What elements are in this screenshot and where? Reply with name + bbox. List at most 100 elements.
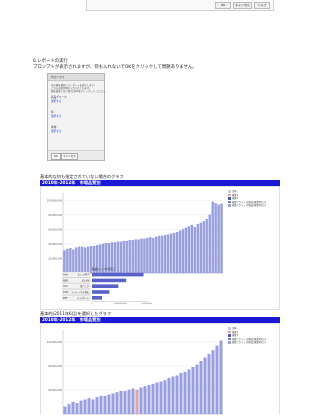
bar	[219, 340, 223, 415]
bar	[71, 401, 75, 415]
top10-category: ビン/ボトル	[77, 296, 89, 300]
bar	[214, 203, 217, 274]
bar	[91, 399, 95, 415]
bar	[178, 230, 182, 274]
top10-axis-label: 1,000,000,000	[113, 303, 127, 305]
prompt-dialog-footer: OK キャンセル	[48, 150, 104, 160]
bar	[75, 403, 79, 415]
top10-axis-label: 2,000,000,000	[141, 303, 152, 305]
bar	[195, 364, 199, 415]
bar	[187, 226, 191, 274]
top10-category: 缶/LAN	[82, 278, 90, 282]
bar	[203, 357, 207, 415]
bar	[217, 204, 220, 274]
top10-bar-chart: AAA ボトル/PET BBB 缶/LAN CCC 紙パック DDD コーヒー/その他缶EEE…	[62, 271, 152, 305]
bar	[175, 375, 179, 415]
top10-panel: 製品トップ10売上 AAA ボトル/PET BBB 缶/LAN CCC 紙パック DDD コー…	[62, 267, 152, 309]
bar	[99, 395, 103, 415]
bar	[139, 387, 143, 415]
chart-panel: 100,000,000 80,000,000 60,000,000 全体 施策1 施…	[40, 323, 280, 415]
bar	[83, 399, 87, 415]
ok-button[interactable]: OK	[215, 2, 231, 9]
field-value-year[interactable]: 選択する	[51, 114, 61, 118]
y-tick-label: 40,000,000	[48, 243, 62, 246]
bar	[187, 369, 191, 415]
bar	[163, 380, 167, 415]
y-tick-label: 60,000,000	[48, 228, 62, 231]
top10-category: コーヒー/その他缶	[71, 290, 90, 294]
top10-bar	[92, 278, 127, 283]
y-tick-label: 100,000,000	[47, 341, 63, 344]
bar	[167, 377, 171, 415]
bar	[193, 227, 196, 274]
bar	[131, 388, 135, 415]
field-value-region[interactable]: 選択する	[51, 129, 61, 133]
bar	[211, 201, 214, 274]
bar	[155, 236, 158, 274]
bar	[123, 391, 127, 415]
bar	[135, 389, 139, 415]
bar	[151, 383, 155, 415]
bar	[119, 391, 123, 415]
bar	[183, 371, 187, 415]
y-tick-label: 100,000,000	[47, 199, 63, 202]
bar	[205, 219, 208, 274]
bar	[208, 214, 211, 274]
bar	[172, 232, 176, 274]
bar	[211, 350, 215, 415]
top10-code: EEE	[63, 297, 68, 300]
bar	[127, 389, 131, 415]
y-tick-label: 60,000,000	[48, 389, 62, 392]
bar	[143, 386, 147, 415]
step-instruction: プロンプトが表示されますが、何も入れないでOKをクリックして問題ありません。	[33, 65, 197, 70]
field-value-product-group[interactable]: 選択する	[51, 99, 61, 103]
top10-code: BBB	[63, 279, 68, 282]
bar	[147, 385, 151, 415]
top10-category: ボトル/PET	[78, 273, 90, 277]
bar	[107, 394, 111, 415]
y-tick-label: 80,000,000	[48, 365, 62, 368]
bar	[170, 233, 173, 274]
cancel-button[interactable]: キャンセル	[233, 2, 252, 9]
bar	[111, 393, 115, 415]
help-button[interactable]: ヘルプ	[254, 2, 270, 9]
top10-bar	[92, 296, 103, 300]
top10-axis-label: 0	[91, 303, 93, 305]
bar	[181, 229, 185, 274]
bar	[115, 392, 119, 415]
top10-category: 紙パック	[80, 284, 89, 288]
bar	[199, 361, 203, 415]
bar	[215, 345, 219, 415]
top10-bar	[92, 272, 144, 277]
bar	[79, 400, 83, 415]
bar	[184, 227, 188, 274]
bar	[220, 203, 223, 274]
prompt-ok-button[interactable]: OK	[51, 153, 61, 160]
bar	[190, 224, 194, 274]
bar	[103, 395, 107, 415]
bar	[191, 367, 195, 415]
bar	[171, 376, 175, 415]
bar	[158, 235, 161, 274]
prompt-dialog-title: プロンプト	[48, 74, 104, 81]
bar	[63, 406, 67, 415]
top10-code: DDD	[63, 291, 69, 294]
bar	[67, 404, 71, 415]
bar	[175, 232, 179, 274]
bar	[196, 224, 199, 274]
prompt-dialog: プロンプト 次の値を選択してレポートを表示します。 これらは既定値が入力されてい…	[47, 73, 107, 161]
y-tick-label: 80,000,000	[48, 214, 62, 217]
prompt-help-line: 値を変更しない場合はOKをクリックしてください。	[51, 90, 107, 93]
bar	[179, 373, 183, 415]
bar	[161, 235, 164, 274]
bar	[202, 221, 205, 274]
legend-item: 施策アクティ 実施品(施策4区分)	[228, 204, 266, 207]
bar	[95, 397, 99, 415]
bar	[155, 382, 159, 415]
y-tick-label: 20,000,000	[48, 257, 62, 260]
bar	[164, 235, 167, 274]
top10-code: AAA	[63, 274, 68, 277]
prompt-cancel-button[interactable]: キャンセル	[61, 153, 78, 160]
top10-code: CCC	[63, 285, 68, 288]
bar	[167, 234, 170, 274]
